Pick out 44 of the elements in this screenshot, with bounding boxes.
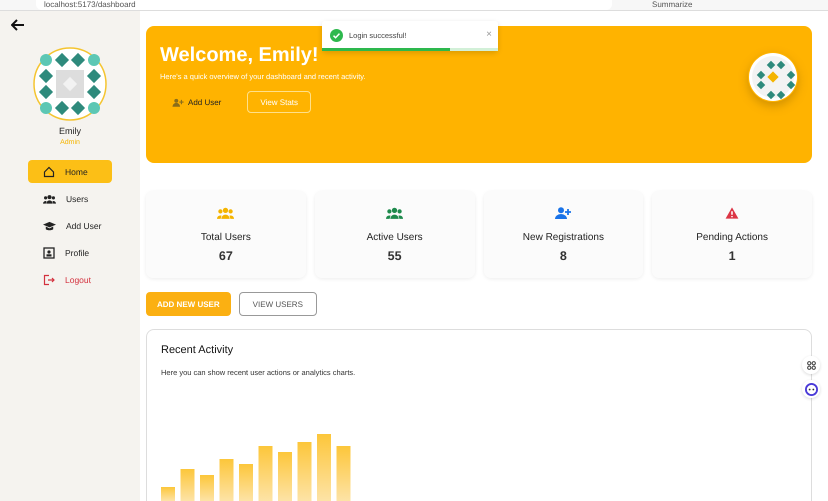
logout-icon [43, 274, 55, 286]
add-user-button[interactable]: Add User [160, 91, 234, 113]
check-circle-icon [330, 29, 343, 42]
nav-item[interactable]: Add User [28, 214, 112, 237]
stat-label: Pending Actions [696, 232, 768, 243]
apps-button[interactable] [802, 356, 820, 374]
graduation-cap-icon [43, 220, 56, 230]
nav-item[interactable]: Profile [28, 241, 112, 264]
chart-bar [220, 459, 234, 501]
assistant-button[interactable] [802, 380, 820, 398]
view-users-button[interactable]: VIEW USERS [238, 292, 317, 316]
stat-label: New Registrations [522, 232, 604, 243]
avatar-pattern-icon [748, 52, 798, 102]
summarize-button[interactable]: Summarize [652, 0, 692, 10]
user-name: Emily [59, 126, 81, 136]
chart-bar [239, 464, 253, 501]
welcome-title: Welcome, Emily! [160, 44, 320, 67]
stat-label: Active Users [366, 232, 423, 243]
chart-bar [258, 446, 272, 501]
nav-item[interactable]: Logout [28, 268, 112, 291]
users-icon [43, 194, 56, 204]
nav-item[interactable]: Users [28, 187, 112, 210]
id-card-icon [43, 246, 55, 258]
stat-value: 1 [728, 249, 736, 263]
chart-bar [298, 442, 312, 501]
chart-bar [278, 452, 292, 501]
activity-title: Recent Activity [161, 344, 234, 356]
chart-bar [180, 469, 194, 501]
chart-bar [161, 487, 175, 501]
chart-bar [200, 475, 214, 501]
back-arrow-icon[interactable] [11, 19, 25, 31]
home-icon [43, 166, 55, 178]
nav-item[interactable]: Home [28, 160, 112, 183]
stat-value: 8 [560, 249, 567, 263]
add-user-icon [172, 98, 184, 106]
stat-value: 67 [218, 249, 233, 263]
chart-bar [336, 446, 350, 501]
avatar-pattern-icon [33, 47, 107, 121]
stat-value: 55 [388, 249, 402, 263]
robot-face-icon [804, 382, 818, 396]
address-field[interactable]: localhost:5173/dashboard [36, 0, 612, 10]
chart-bar [317, 434, 331, 501]
grid-icon [806, 360, 816, 370]
stat-label: Total Users [200, 232, 251, 243]
